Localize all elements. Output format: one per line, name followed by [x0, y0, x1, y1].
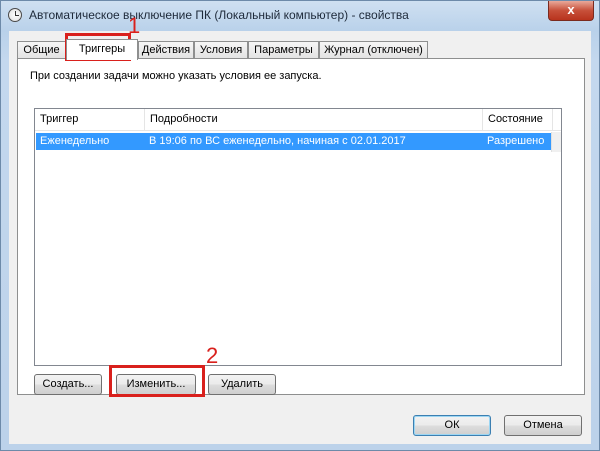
- clock-icon: [8, 8, 22, 22]
- cell-trigger: Еженедельно: [40, 135, 110, 147]
- tab-history[interactable]: Журнал (отключен): [319, 41, 428, 59]
- edit-button[interactable]: Изменить...: [116, 374, 196, 395]
- delete-button[interactable]: Удалить: [208, 374, 276, 395]
- list-scrollbar[interactable]: [551, 132, 561, 152]
- table-row[interactable]: Еженедельно В 19:06 по ВС еженедельно, н…: [36, 133, 551, 150]
- annotation-number-1: 1: [128, 13, 141, 38]
- tab-triggers[interactable]: Триггеры: [66, 39, 138, 60]
- tab-settings[interactable]: Параметры: [248, 41, 319, 59]
- annotation-number-2: 2: [206, 343, 219, 368]
- cancel-button[interactable]: Отмена: [504, 415, 582, 436]
- panel-description: При создании задачи можно указать услови…: [30, 70, 322, 82]
- list-header: Триггер Подробности Состояние: [35, 109, 561, 131]
- window-title: Автоматическое выключение ПК (Локальный …: [29, 8, 409, 22]
- tab-actions[interactable]: Действия: [138, 41, 194, 59]
- tab-general[interactable]: Общие: [17, 41, 66, 59]
- column-header-trigger[interactable]: Триггер: [35, 109, 145, 131]
- triggers-list[interactable]: Триггер Подробности Состояние Еженедельн…: [34, 108, 562, 366]
- cell-state: Разрешено: [487, 135, 545, 147]
- ok-button[interactable]: ОК: [413, 415, 491, 436]
- create-button[interactable]: Создать...: [34, 374, 102, 395]
- dialog-client-area: Общие Триггеры Действия Условия Параметр…: [9, 31, 591, 444]
- close-button[interactable]: x: [548, 1, 594, 21]
- tab-conditions[interactable]: Условия: [194, 41, 248, 59]
- title-bar[interactable]: Автоматическое выключение ПК (Локальный …: [1, 1, 599, 29]
- triggers-panel: При создании задачи можно указать услови…: [17, 58, 585, 395]
- cell-details: В 19:06 по ВС еженедельно, начиная с 02.…: [149, 135, 406, 147]
- column-header-state[interactable]: Состояние: [483, 109, 553, 131]
- column-header-details[interactable]: Подробности: [145, 109, 483, 131]
- properties-dialog: Автоматическое выключение ПК (Локальный …: [0, 0, 600, 451]
- close-icon: x: [567, 2, 575, 17]
